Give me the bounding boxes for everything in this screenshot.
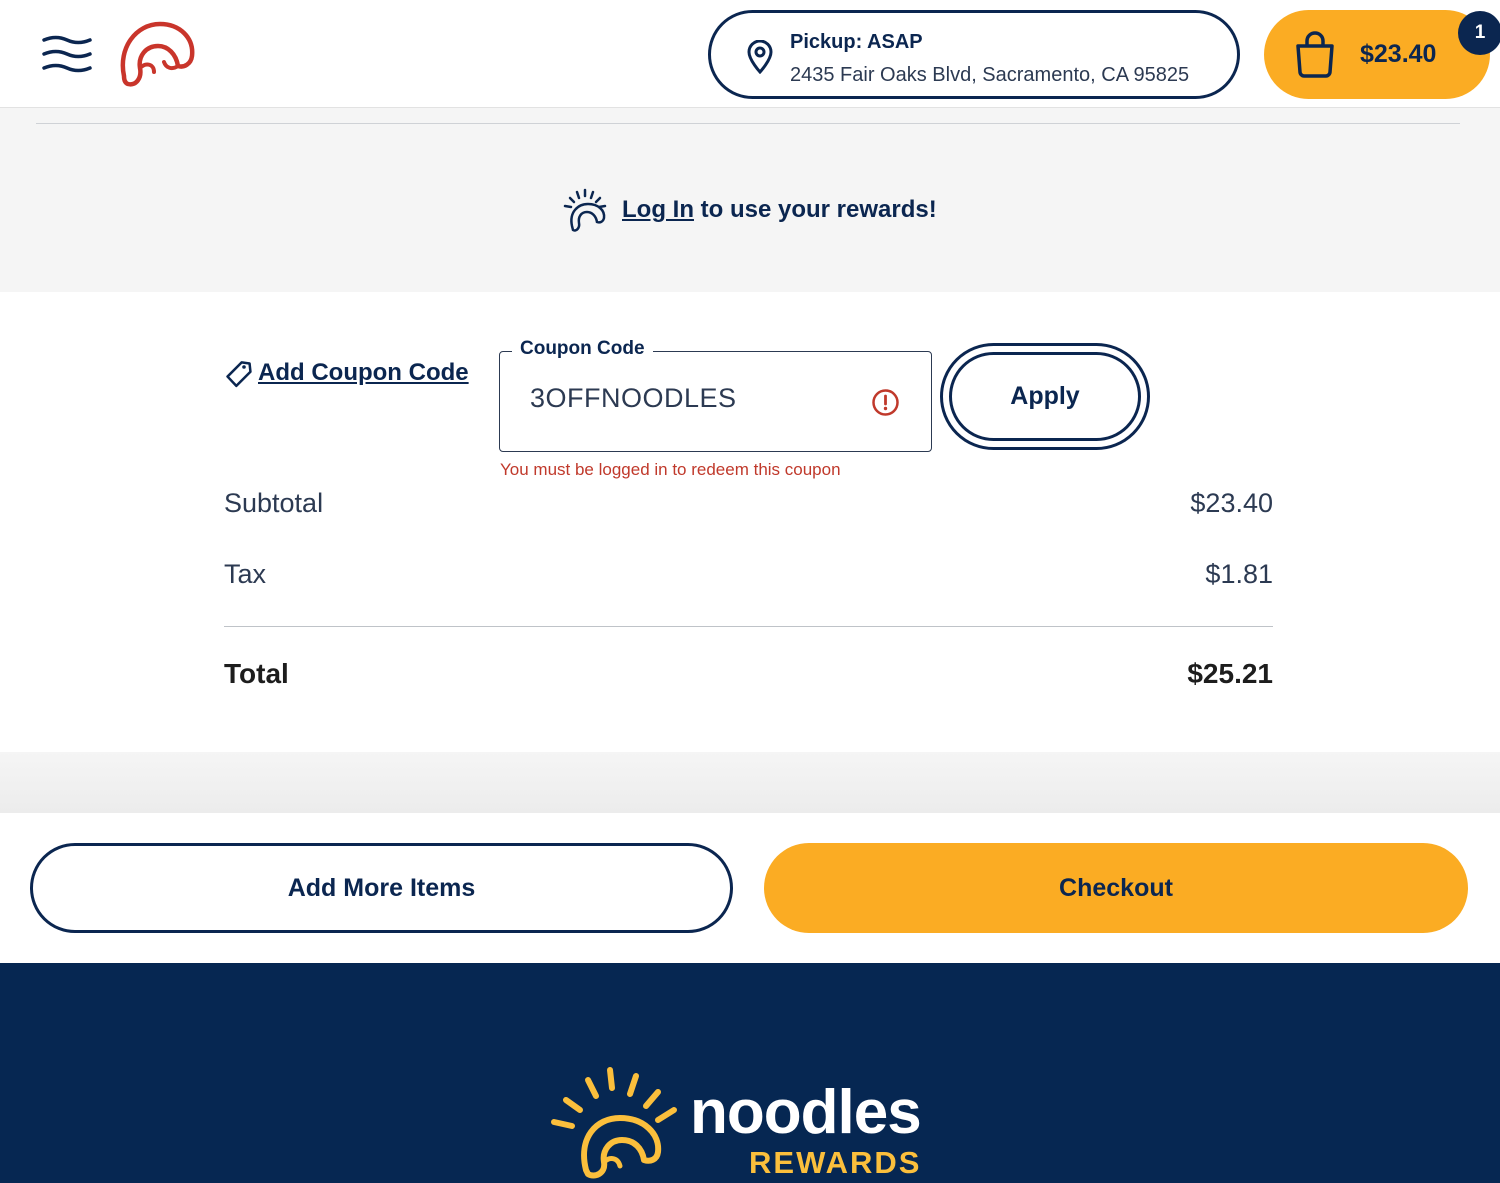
total-value: $25.21: [1187, 658, 1273, 689]
coupon-code-input[interactable]: [530, 378, 860, 418]
add-coupon-label: Add Coupon Code: [258, 359, 469, 386]
spacer: [0, 752, 1500, 813]
brand-rewards-label: REWARDS: [749, 1145, 922, 1180]
tax-label: Tax: [224, 559, 267, 589]
subtotal-label: Subtotal: [224, 488, 324, 518]
login-link[interactable]: Log In: [622, 196, 694, 224]
rewards-sun-icon: [563, 188, 607, 232]
noodles-rewards-sun-logo-icon: [551, 1067, 677, 1179]
add-more-items-button[interactable]: Add More Items: [30, 843, 733, 933]
summary-divider: [224, 626, 1273, 627]
pickup-location-button[interactable]: Pickup: ASAP 2435 Fair Oaks Blvd, Sacram…: [708, 10, 1240, 99]
rewards-login-row: Log In to use your rewards!: [560, 186, 937, 234]
apply-button-label: Apply: [949, 352, 1141, 441]
error-icon: [872, 389, 899, 416]
shopping-bag-icon: [1296, 31, 1334, 78]
tag-icon: [226, 361, 252, 388]
checkout-button[interactable]: Checkout: [764, 843, 1468, 933]
cart-button[interactable]: $23.40: [1264, 10, 1490, 99]
brand-wordmark: noodles: [690, 1078, 922, 1147]
coupon-field-label: Coupon Code: [512, 338, 653, 360]
top-header: Pickup: ASAP 2435 Fair Oaks Blvd, Sacram…: [0, 0, 1500, 108]
cart-total: $23.40: [1360, 40, 1437, 68]
pickup-title: Pickup: ASAP: [790, 31, 923, 53]
noodles-logo-icon[interactable]: [116, 18, 198, 90]
pickup-address: 2435 Fair Oaks Blvd, Sacramento, CA 9582…: [790, 64, 1190, 86]
coupon-error-message: You must be logged in to redeem this cou…: [500, 460, 841, 479]
tax-value: $1.81: [1205, 559, 1273, 589]
login-rewards-text: to use your rewards!: [693, 196, 937, 223]
divider: [36, 123, 1460, 124]
cart-count-badge: 1: [1458, 11, 1500, 55]
location-pin-icon: [747, 40, 773, 74]
menu-icon[interactable]: [42, 34, 92, 74]
apply-coupon-button[interactable]: Apply: [940, 343, 1150, 450]
total-label: Total: [224, 658, 289, 689]
add-coupon-link[interactable]: Add Coupon Code: [224, 358, 469, 388]
subtotal-value: $23.40: [1190, 488, 1273, 518]
